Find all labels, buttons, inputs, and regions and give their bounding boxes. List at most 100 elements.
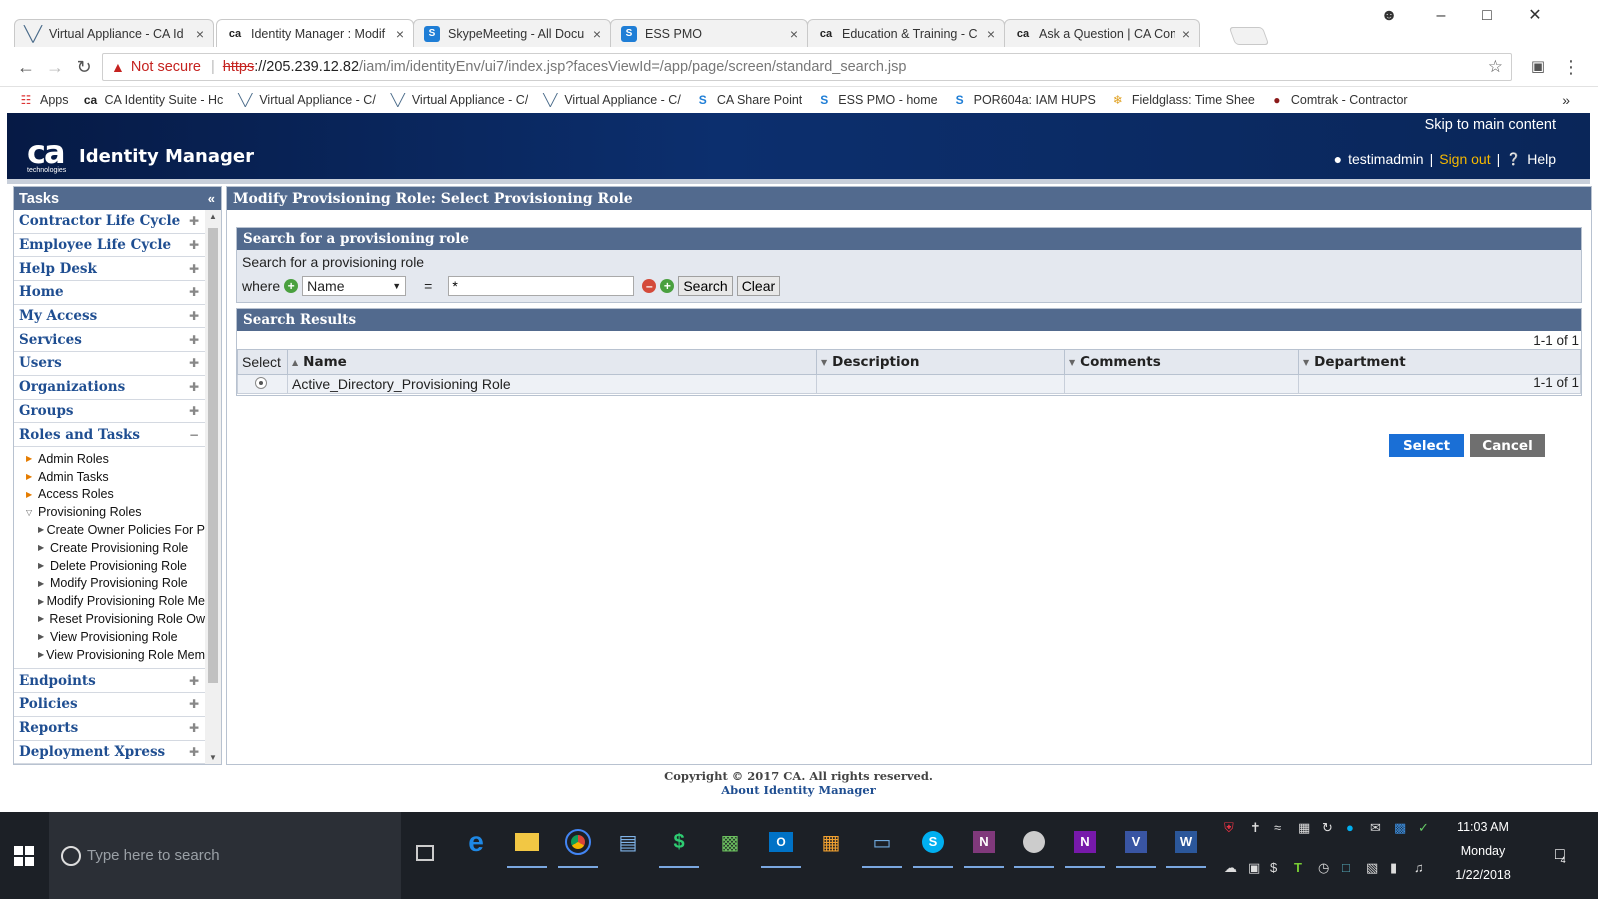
task-item[interactable]: ▶ Create Owner Policies For P xyxy=(14,521,205,539)
extension-icon[interactable]: ▣ xyxy=(1527,56,1549,78)
expand-icon[interactable]: ✚ xyxy=(189,404,199,418)
bookmark-star-icon[interactable]: ☆ xyxy=(1488,57,1503,77)
battery-icon[interactable]: ▮ xyxy=(1390,860,1397,876)
task-item[interactable]: ▶ Access Roles xyxy=(14,485,205,503)
task-category[interactable]: Deployment Xpress ✚ xyxy=(14,741,205,764)
notifications-icon[interactable]: □4 xyxy=(1555,846,1570,865)
remote-desktop-icon[interactable]: ▤ xyxy=(608,822,648,862)
edge-icon[interactable]: e xyxy=(456,822,496,862)
sign-out-link[interactable]: Sign out xyxy=(1439,151,1490,167)
network-app-icon[interactable]: ▭ xyxy=(862,822,902,868)
clear-button[interactable]: Clear xyxy=(736,276,781,296)
taskbar-search[interactable]: Type here to search xyxy=(49,812,401,899)
column-header-comments[interactable]: ▼ Comments xyxy=(1064,349,1299,375)
add-condition-icon[interactable]: + xyxy=(284,279,299,293)
collapse-icon[interactable]: « xyxy=(208,191,215,206)
help-icon[interactable]: ❔ xyxy=(1506,152,1521,166)
profile-icon[interactable]: ☻ xyxy=(1366,4,1412,28)
skype-tray-icon[interactable]: ● xyxy=(1346,820,1354,835)
security-tray-icon[interactable]: ▣ xyxy=(1248,860,1260,876)
word-icon[interactable]: W xyxy=(1166,822,1206,868)
task-item[interactable]: ▶ Delete Provisioning Role xyxy=(14,557,205,575)
copy-app-icon[interactable]: ▩ xyxy=(710,822,750,862)
task-item[interactable]: ▶ Modify Provisioning Role xyxy=(14,574,205,592)
tt-app-icon[interactable]: T xyxy=(1294,860,1302,875)
task-item[interactable]: ▶ View Provisioning Role Mem xyxy=(14,646,205,664)
task-category[interactable]: My Access ✚ xyxy=(14,305,205,329)
security-label[interactable]: Not secure xyxy=(131,59,201,75)
visio-icon[interactable]: V xyxy=(1116,822,1156,868)
new-tab-button[interactable] xyxy=(1228,27,1270,45)
network-icon[interactable]: ▦ xyxy=(1298,820,1310,836)
remove-condition-icon[interactable]: – xyxy=(642,279,657,293)
task-item[interactable]: ▶ Reset Provisioning Role Ow xyxy=(14,610,205,628)
back-button[interactable]: ← xyxy=(15,56,37,78)
expand-icon[interactable]: ✚ xyxy=(189,745,199,759)
browser-tab[interactable]: ca Identity Manager : Modif × xyxy=(216,19,414,47)
expand-icon[interactable]: ✚ xyxy=(189,697,199,711)
maximize-button[interactable]: □ xyxy=(1464,4,1510,28)
task-category[interactable]: Help Desk ✚ xyxy=(14,257,205,282)
tab-close-icon[interactable]: × xyxy=(1179,26,1193,42)
scroll-down-icon[interactable]: ▼ xyxy=(205,753,221,762)
bookmark-item[interactable]: ❄ Fieldglass: Time Shee xyxy=(1110,93,1255,107)
task-category[interactable]: Endpoints ✚ xyxy=(14,669,205,694)
bookmark-item[interactable]: ● Comtrak - Contractor xyxy=(1269,93,1407,107)
cancel-button[interactable]: Cancel xyxy=(1470,434,1545,457)
search-value-input[interactable] xyxy=(448,276,635,296)
expand-icon[interactable]: ✚ xyxy=(189,238,199,252)
clock[interactable]: 11:03 AM Monday 1/22/2018 xyxy=(1440,815,1526,887)
task-category[interactable]: Contractor Life Cycle ✚ xyxy=(14,210,205,234)
bookmark-item[interactable]: ╲╱ Virtual Appliance - C/ xyxy=(390,93,529,107)
browser-tab[interactable]: S ESS PMO × xyxy=(610,19,808,47)
store-icon[interactable]: ▦ xyxy=(811,822,851,862)
bookmark-item[interactable]: S ESS PMO - home xyxy=(816,93,937,107)
expand-icon[interactable]: ✚ xyxy=(189,380,199,394)
add-condition-icon[interactable]: + xyxy=(660,279,675,293)
browser-tab[interactable]: S SkypeMeeting - All Docu × xyxy=(413,19,611,47)
reload-button[interactable]: ↻ xyxy=(73,56,95,78)
chrome-icon[interactable] xyxy=(558,822,598,868)
task-category[interactable]: Organizations ✚ xyxy=(14,376,205,400)
expand-icon[interactable]: ✚ xyxy=(189,356,199,370)
task-category[interactable]: Policies ✚ xyxy=(14,693,205,717)
scroll-up-icon[interactable]: ▲ xyxy=(205,212,221,221)
volume-icon[interactable]: ♫ xyxy=(1414,860,1424,875)
task-item[interactable]: ▶ Create Provisioning Role xyxy=(14,539,205,557)
money-app-icon[interactable]: $ xyxy=(659,822,699,868)
bluetooth-icon[interactable]: ✝ xyxy=(1250,820,1261,836)
wifi-icon[interactable]: ≈ xyxy=(1274,820,1281,835)
expand-icon[interactable]: ✚ xyxy=(189,214,199,228)
expand-icon[interactable]: ✚ xyxy=(189,285,199,299)
printer-tray-icon[interactable]: ▧ xyxy=(1366,860,1378,876)
column-header-name[interactable]: ▲ Name xyxy=(287,349,817,375)
collapse-icon[interactable]: − xyxy=(189,428,199,442)
about-link[interactable]: About Identity Manager xyxy=(7,783,1590,797)
expand-icon[interactable]: ✚ xyxy=(189,262,199,276)
task-item[interactable]: ▶ Modify Provisioning Role Me xyxy=(14,592,205,610)
outlook-icon[interactable]: O xyxy=(761,822,801,868)
browser-tab[interactable]: ca Education & Training - C × xyxy=(807,19,1005,47)
sync-icon[interactable]: ↻ xyxy=(1322,820,1333,836)
address-bar[interactable]: ▲ Not secure | https ://205.239.12.82 /i… xyxy=(102,53,1512,81)
field-select[interactable]: Name ▼ xyxy=(302,276,407,296)
onenote-icon[interactable]: N xyxy=(1065,822,1105,868)
scroll-thumb[interactable] xyxy=(208,228,218,683)
outlook-tray-icon[interactable]: ▩ xyxy=(1394,820,1406,836)
browser-tab[interactable]: ca Ask a Question | CA Com × xyxy=(1004,19,1200,47)
skype-icon[interactable]: S xyxy=(913,822,953,868)
file-explorer-icon[interactable] xyxy=(507,822,547,868)
onedrive-icon[interactable]: ☁ xyxy=(1224,860,1237,876)
task-view-icon[interactable] xyxy=(416,845,434,861)
bookmarks-overflow[interactable]: » xyxy=(1562,92,1570,108)
search-button[interactable]: Search xyxy=(678,276,733,296)
task-category[interactable]: Services ✚ xyxy=(14,328,205,353)
column-header-department[interactable]: ▼ Department xyxy=(1298,349,1581,375)
bookmark-item[interactable]: ca CA Identity Suite - Hc xyxy=(83,93,224,107)
close-window-button[interactable]: ✕ xyxy=(1512,4,1558,28)
windows-start-icon[interactable] xyxy=(14,846,34,866)
task-item[interactable]: ▶ Admin Roles xyxy=(14,450,205,468)
bookmark-item[interactable]: ╲╱ Virtual Appliance - C/ xyxy=(542,93,681,107)
task-item[interactable]: ▶ Admin Tasks xyxy=(14,468,205,486)
menu-icon[interactable]: ⋮ xyxy=(1560,56,1582,78)
